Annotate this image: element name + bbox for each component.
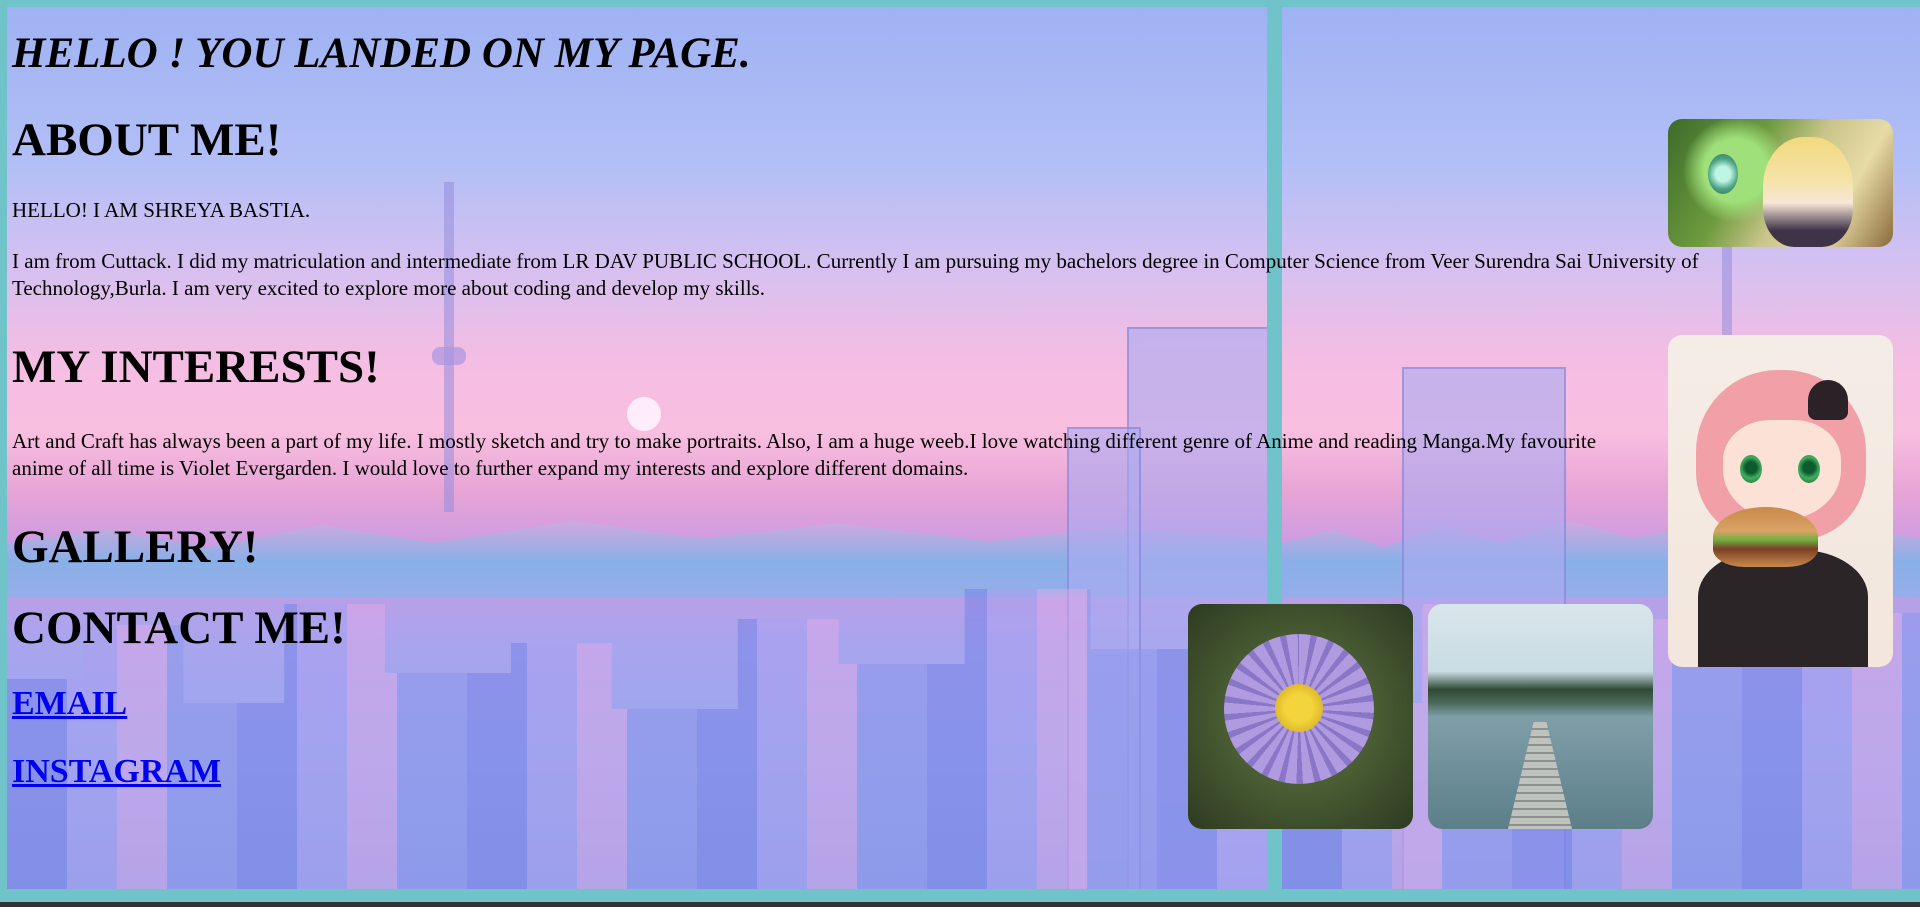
eye-shape	[1798, 455, 1820, 483]
intro-text: HELLO! I AM SHREYA BASTIA.	[12, 197, 311, 222]
gallery-title: GALLERY!	[12, 520, 259, 573]
flower-center-shape	[1275, 684, 1323, 732]
brooch-shape	[1708, 154, 1738, 194]
pier-shape	[1508, 722, 1572, 829]
eye-shape	[1740, 455, 1762, 483]
violet-evergarden-image	[1668, 119, 1893, 247]
purple-flower-image	[1188, 604, 1413, 829]
hair-accessory-shape	[1808, 380, 1848, 420]
about-title: ABOUT ME!	[12, 114, 282, 167]
page-heading: HELLO ! YOU LANDED ON MY PAGE.	[12, 30, 751, 77]
interests-text: Art and Craft has always been a part of …	[12, 428, 1597, 480]
interests-title: MY INTERESTS!	[12, 340, 380, 393]
burger-shape	[1713, 507, 1818, 567]
about-text: I am from Cuttack. I did my matriculatio…	[12, 248, 1699, 300]
character-face-shape	[1763, 137, 1853, 247]
anya-eating-burger-image	[1668, 335, 1893, 667]
bottom-bar	[0, 902, 1920, 907]
character-body-shape	[1698, 550, 1868, 667]
lake-pier-image	[1428, 604, 1653, 829]
